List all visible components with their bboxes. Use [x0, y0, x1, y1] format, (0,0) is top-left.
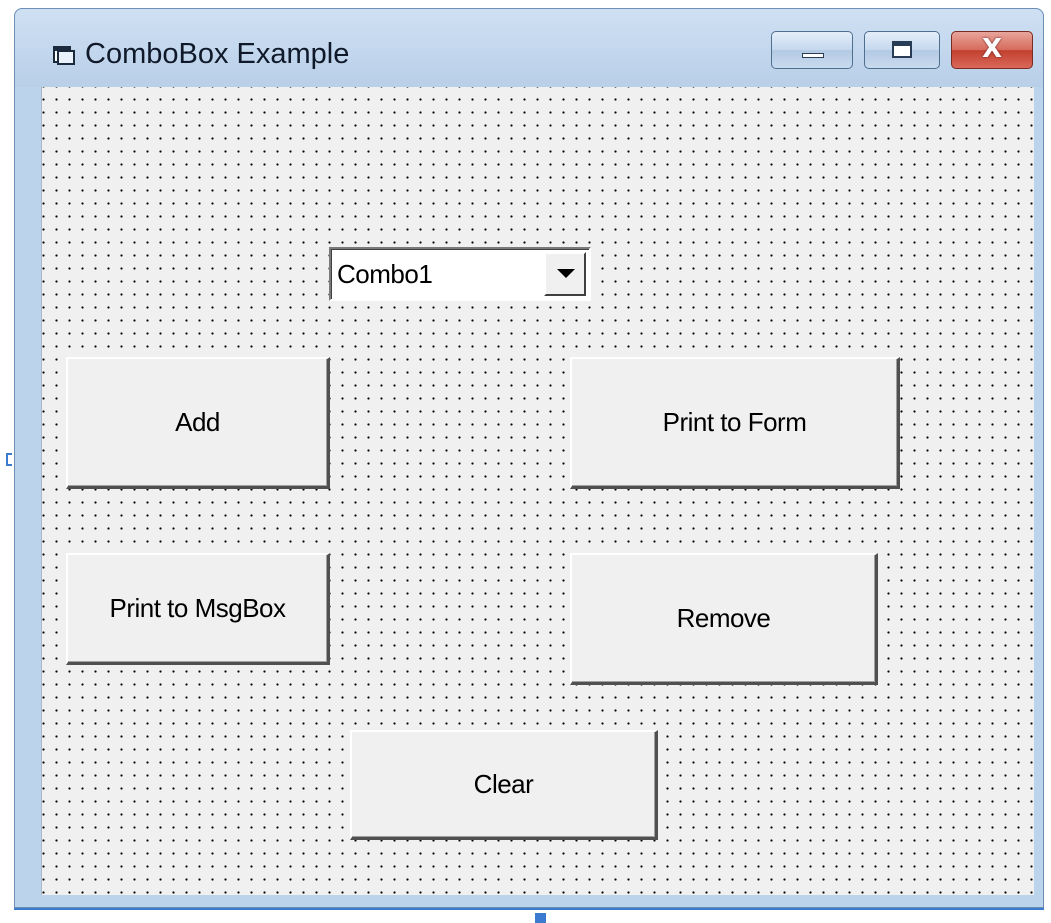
window-title: ComboBox Example [85, 38, 350, 70]
combo-dropdown-button[interactable] [544, 252, 586, 296]
bottom-resize-handle[interactable] [535, 913, 546, 923]
close-icon: X [981, 34, 1003, 64]
title-bar[interactable]: ComboBox Example X [15, 9, 1043, 87]
form-icon [53, 46, 75, 65]
combo-box-text: Combo1 [337, 259, 433, 289]
minimize-icon [802, 53, 824, 58]
minimize-button[interactable] [771, 31, 853, 69]
maximize-button[interactable] [864, 31, 940, 69]
print-to-msgbox-button-label: Print to MsgBox [109, 593, 286, 623]
add-button-label: Add [175, 407, 220, 437]
form-window: ComboBox Example X Combo1 Add Print to F… [14, 8, 1044, 908]
add-button[interactable]: Add [66, 357, 330, 489]
print-to-msgbox-button[interactable]: Print to MsgBox [66, 553, 330, 665]
print-to-form-button[interactable]: Print to Form [570, 357, 900, 489]
clear-button-label: Clear [473, 769, 534, 799]
remove-button[interactable]: Remove [570, 553, 878, 685]
print-to-form-button-label: Print to Form [662, 407, 807, 437]
clear-button[interactable]: Clear [350, 730, 658, 840]
selection-border [14, 908, 1044, 910]
form-design-surface[interactable]: Combo1 Add Print to Form Print to MsgBox… [41, 87, 1034, 895]
combo-box[interactable]: Combo1 [329, 247, 591, 301]
left-resize-handle[interactable] [6, 453, 12, 466]
close-button[interactable]: X [951, 31, 1033, 69]
maximize-icon [892, 41, 912, 58]
chevron-down-icon [557, 269, 575, 278]
remove-button-label: Remove [676, 603, 771, 633]
